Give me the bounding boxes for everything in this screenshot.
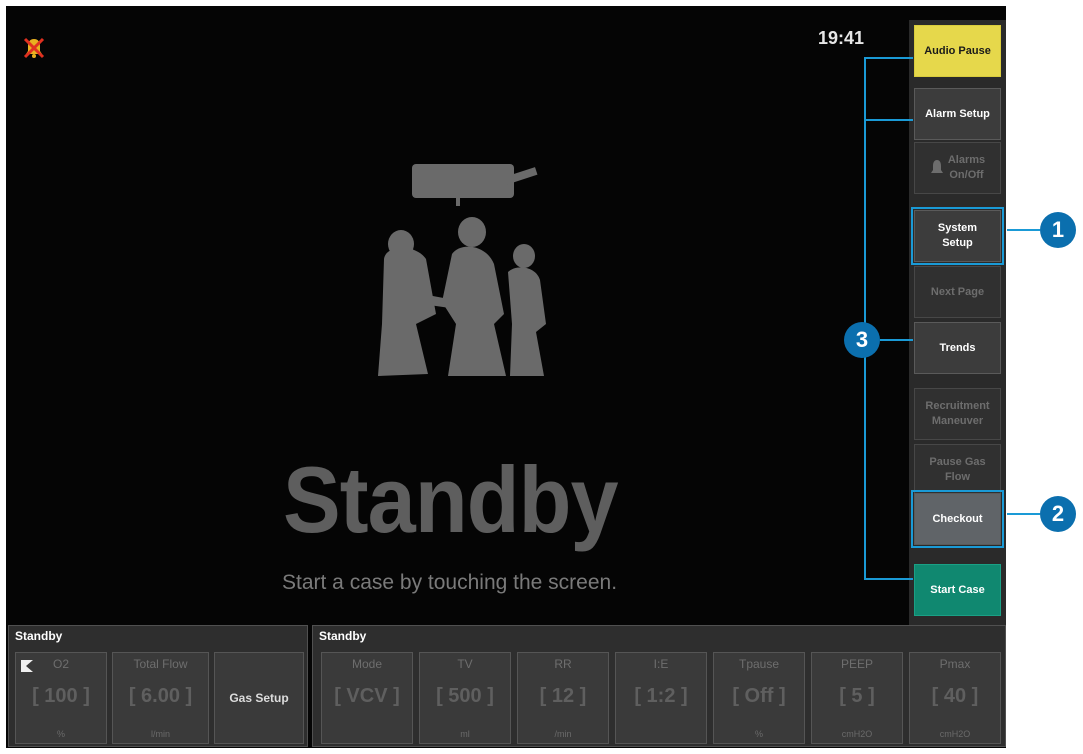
- vent-panel-header: Standby: [319, 629, 367, 643]
- standby-instruction: Start a case by touching the screen.: [282, 571, 618, 594]
- vent-param-unit: %: [754, 729, 763, 739]
- audio-pause-button[interactable]: Audio Pause: [914, 25, 1001, 77]
- standby-title: Standby: [283, 447, 619, 552]
- vent-param-value: [ 40 ]: [931, 685, 979, 707]
- vent-param-rr[interactable]: RR [ 12 ] /min: [517, 652, 609, 744]
- vent-param-i-e[interactable]: I:E [ 1:2 ]: [615, 652, 707, 744]
- vent-param-label: PEEP: [840, 657, 873, 671]
- total-flow-label: Total Flow: [133, 657, 188, 671]
- total-flow-value: [ 6.00 ]: [128, 685, 193, 707]
- o2-unit: %: [56, 729, 65, 739]
- recruitment-maneuver-button[interactable]: Recruitment Maneuver: [914, 388, 1001, 440]
- vent-param-value: [ 500 ]: [436, 685, 494, 707]
- vent-param-value: [ 5 ]: [839, 685, 875, 707]
- alarm-setup-button[interactable]: Alarm Setup: [914, 88, 1001, 140]
- start-case-button[interactable]: Start Case: [914, 564, 1001, 616]
- vent-param-value: [ 12 ]: [539, 685, 587, 707]
- checkout-button[interactable]: Checkout: [911, 490, 1004, 548]
- system-setup-button[interactable]: System Setup: [911, 207, 1004, 265]
- trends-button[interactable]: Trends: [914, 322, 1001, 374]
- callout-badge-1: 1: [1040, 212, 1076, 248]
- vent-param-value: [ 1:2 ]: [634, 685, 688, 707]
- right-menu-bar: Audio Pause Alarm Setup Alarms On/Off Sy…: [909, 20, 1006, 630]
- vent-param-value: [ Off ]: [732, 685, 786, 707]
- o2-value: [ 100 ]: [32, 685, 90, 707]
- vent-param-label: I:E: [653, 657, 669, 671]
- vent-param-label: Tpause: [738, 657, 780, 671]
- pause-gas-flow-button[interactable]: Pause Gas Flow: [914, 444, 1001, 496]
- vent-param-unit: ml: [460, 729, 470, 739]
- vent-param-mode[interactable]: Mode [ VCV ]: [321, 652, 413, 744]
- alarms-onoff-label: Alarms On/Off: [947, 154, 986, 181]
- ventilation-panel: Standby Mode [ VCV ] TV [ 500 ] ml RR [ 12 ] /m…: [312, 625, 1006, 747]
- operating-room-illustration: [378, 164, 546, 376]
- vent-param-label: RR: [554, 657, 572, 671]
- vent-param-label: TV: [457, 657, 473, 671]
- vent-param-unit: /min: [554, 729, 572, 739]
- vent-param-peep[interactable]: PEEP [ 5 ] cmH2O: [811, 652, 903, 744]
- o2-control[interactable]: O2 [ 100 ] %: [15, 652, 107, 744]
- next-page-button[interactable]: Next Page: [914, 266, 1001, 318]
- clock: 19:41: [818, 28, 865, 48]
- vent-param-tv[interactable]: TV [ 500 ] ml: [419, 652, 511, 744]
- alarm-silenced-icon: [23, 37, 45, 59]
- gas-setup-button[interactable]: Gas Setup: [214, 652, 304, 744]
- vent-param-pmax[interactable]: Pmax [ 40 ] cmH2O: [909, 652, 1001, 744]
- vent-param-value: [ VCV ]: [334, 685, 400, 707]
- total-flow-unit: l/min: [150, 729, 170, 739]
- vent-param-unit: cmH2O: [841, 729, 873, 739]
- alarm-bell-icon: [930, 160, 943, 173]
- vent-param-tpause[interactable]: Tpause [ Off ]%: [713, 652, 805, 744]
- callout-badge-2: 2: [1040, 496, 1076, 532]
- gas-panel-header: Standby: [15, 629, 63, 643]
- vent-param-unit: cmH2O: [939, 729, 971, 739]
- vent-param-label: Pmax: [939, 657, 971, 671]
- gas-panel: Standby O2 [ 100 ] % Total Flow [ 6.00 ]…: [8, 625, 308, 747]
- total-flow-control[interactable]: Total Flow [ 6.00 ] l/min: [112, 652, 209, 744]
- o2-label: O2: [52, 657, 69, 671]
- alarms-onoff-button[interactable]: Alarms On/Off: [914, 142, 1001, 194]
- vent-param-label: Mode: [351, 657, 383, 671]
- ventilator-screen[interactable]: 19:41 Standby Start a case by touching t…: [6, 6, 1006, 748]
- callout-badge-3: 3: [844, 322, 880, 358]
